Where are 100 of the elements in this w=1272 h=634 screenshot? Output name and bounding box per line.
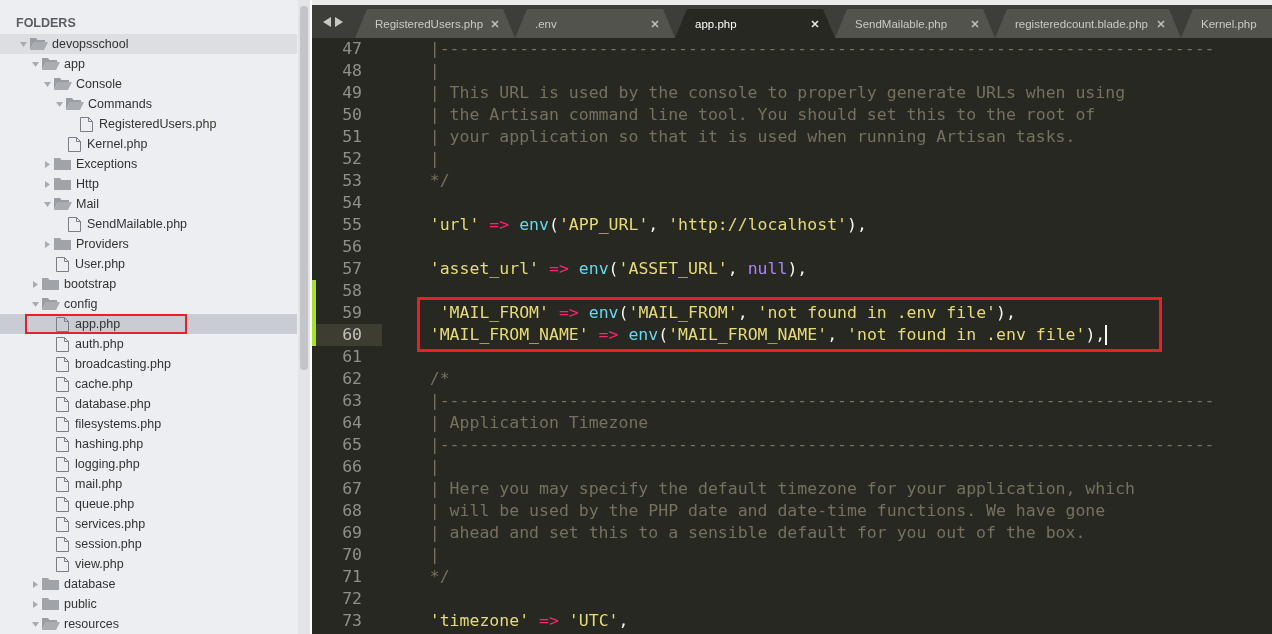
code-line: */: [428, 171, 450, 190]
file-item[interactable]: Kernel.php: [0, 134, 297, 154]
open-folder-icon: [54, 77, 72, 91]
collapsed-arrow-icon[interactable]: [32, 580, 39, 588]
folder-item[interactable]: Mail: [0, 194, 297, 214]
line-number: 62: [342, 368, 362, 390]
line-number: 58: [342, 280, 362, 302]
code-line: 'url' => env('APP_URL', 'http://localhost'),: [428, 215, 867, 234]
editor-tab[interactable]: .env: [515, 9, 675, 38]
folder-item[interactable]: bootstrap: [0, 274, 297, 294]
file-icon: [80, 116, 93, 132]
line-number: 63: [342, 390, 362, 412]
code-line: | ahead and set this to a sensible default for you out of the box.: [428, 523, 1086, 542]
file-icon: [56, 416, 69, 432]
folder-icon: [54, 177, 72, 191]
code-line: | your application so that it is used when running Artisan tasks.: [428, 127, 1076, 146]
folder-item[interactable]: Exceptions: [0, 154, 297, 174]
editor-tab[interactable]: Kernel.php: [1181, 9, 1272, 38]
collapsed-arrow-icon[interactable]: [44, 240, 51, 248]
line-number: 52: [342, 148, 362, 170]
scrollbar-thumb[interactable]: [300, 6, 308, 370]
code-line: /*: [428, 369, 450, 388]
code-line: 'asset_url' => env('ASSET_URL', null),: [428, 259, 808, 278]
folder-icon: [54, 157, 72, 171]
folder-item[interactable]: Console: [0, 74, 297, 94]
folder-item[interactable]: public: [0, 594, 297, 614]
code-line: | Application Timezone: [428, 413, 649, 432]
code-line: 'MAIL_FROM_NAME' => env('MAIL_FROM_NAME', 'not found in .env file'),: [428, 325, 1106, 344]
line-number: 57: [342, 258, 362, 280]
line-number: 55: [342, 214, 362, 236]
file-item[interactable]: view.php: [0, 554, 297, 574]
file-item[interactable]: session.php: [0, 534, 297, 554]
folder-item[interactable]: app: [0, 54, 297, 74]
file-icon: [68, 216, 81, 232]
folder-item[interactable]: Http: [0, 174, 297, 194]
folder-item[interactable]: Commands: [0, 94, 297, 114]
expanded-arrow-icon[interactable]: [32, 620, 39, 628]
collapsed-arrow-icon[interactable]: [32, 280, 39, 288]
file-item[interactable]: queue.php: [0, 494, 297, 514]
code-line: | the Artisan command line tool. You should set this to the root of: [428, 105, 1096, 124]
code-line: |: [428, 149, 440, 168]
expanded-arrow-icon[interactable]: [20, 40, 27, 48]
open-folder-icon: [54, 197, 72, 211]
editor-tab[interactable]: SendMailable.php: [835, 9, 995, 38]
code-line: */: [428, 567, 450, 586]
collapsed-arrow-icon[interactable]: [44, 180, 51, 188]
file-item[interactable]: mail.php: [0, 474, 297, 494]
file-icon: [56, 376, 69, 392]
expanded-arrow-icon[interactable]: [32, 60, 39, 68]
line-number: 48: [342, 60, 362, 82]
file-icon: [56, 516, 69, 532]
code-line: | This URL is used by the console to properly generate URLs when using: [428, 83, 1126, 102]
code-line: |------------------------------------------------------------------------------: [428, 391, 1215, 410]
open-folder-icon: [42, 617, 60, 631]
file-icon: [56, 336, 69, 352]
file-item[interactable]: services.php: [0, 514, 297, 534]
file-item[interactable]: User.php: [0, 254, 297, 274]
code-line: 'MAIL_FROM' => env('MAIL_FROM', 'not found in .env file'),: [438, 303, 1016, 322]
expanded-arrow-icon[interactable]: [32, 300, 39, 308]
folder-item[interactable]: database: [0, 574, 297, 594]
folder-item[interactable]: Providers: [0, 234, 297, 254]
code-line: |: [428, 457, 440, 476]
line-number: 70: [342, 544, 362, 566]
line-number: 47: [342, 38, 362, 60]
file-icon: [56, 436, 69, 452]
editor-tab[interactable]: RegisteredUsers.php: [355, 9, 515, 38]
editor-tab[interactable]: app.php: [675, 9, 835, 38]
file-item[interactable]: RegisteredUsers.php: [0, 114, 297, 134]
line-number: 61: [342, 346, 362, 368]
file-item[interactable]: cache.php: [0, 374, 297, 394]
file-icon: [56, 256, 69, 272]
folder-item[interactable]: config: [0, 294, 297, 314]
file-item[interactable]: hashing.php: [0, 434, 297, 454]
expanded-arrow-icon[interactable]: [44, 80, 51, 88]
collapsed-arrow-icon[interactable]: [32, 600, 39, 608]
file-item[interactable]: broadcasting.php: [0, 354, 297, 374]
code-line: |------------------------------------------------------------------------------: [428, 39, 1215, 58]
expanded-arrow-icon[interactable]: [56, 100, 63, 108]
file-item[interactable]: SendMailable.php: [0, 214, 297, 234]
file-item[interactable]: auth.php: [0, 334, 297, 354]
line-number: 72: [342, 588, 362, 610]
line-number: 51: [342, 126, 362, 148]
file-icon: [56, 456, 69, 472]
file-item[interactable]: database.php: [0, 394, 297, 414]
line-number: 54: [342, 192, 362, 214]
file-item[interactable]: logging.php: [0, 454, 297, 474]
expanded-arrow-icon[interactable]: [44, 200, 51, 208]
next-arrow-icon[interactable]: [335, 16, 343, 27]
file-item[interactable]: filesystems.php: [0, 414, 297, 434]
folder-item[interactable]: resources: [0, 614, 297, 634]
sidebar-heading: FOLDERS: [16, 15, 76, 31]
code-line: |: [428, 61, 440, 80]
open-folder-icon: [42, 57, 60, 71]
code-line: |: [428, 545, 440, 564]
previous-arrow-icon[interactable]: [323, 16, 331, 27]
file-item[interactable]: app.php: [0, 314, 297, 334]
collapsed-arrow-icon[interactable]: [44, 160, 51, 168]
folder-item[interactable]: devopsschool: [0, 34, 297, 54]
editor-tab[interactable]: registeredcount.blade.php: [995, 9, 1181, 38]
line-number: 59: [342, 302, 362, 324]
